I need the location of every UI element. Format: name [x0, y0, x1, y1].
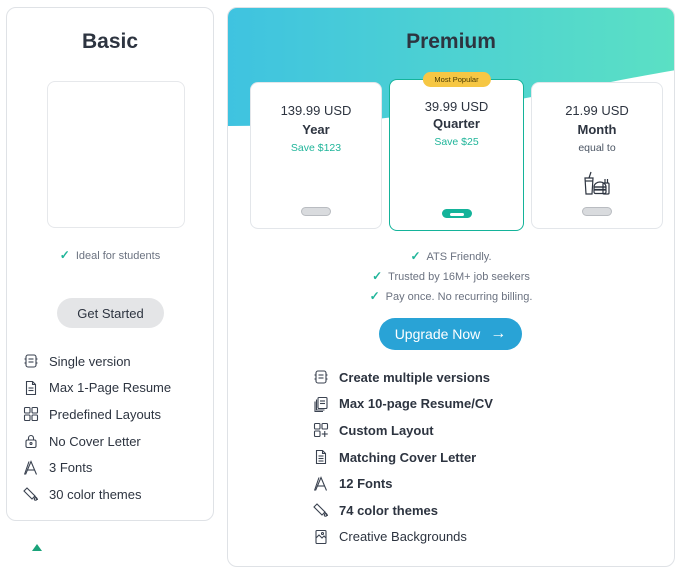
- plan-period: Quarter: [433, 116, 480, 131]
- plan-savings: Save $25: [434, 136, 479, 148]
- plan-period: Year: [302, 122, 330, 137]
- lock-icon: [23, 433, 39, 449]
- plan-price: 39.99 USD: [424, 99, 489, 114]
- premium-feature-item: Custom Layout: [313, 417, 493, 444]
- upgrade-now-button[interactable]: Upgrade Now →: [379, 318, 522, 350]
- checkmark-icon: ✓: [410, 249, 421, 263]
- checkmark-icon: ✓: [369, 289, 380, 303]
- premium-feature-item: Creative Backgrounds: [313, 524, 493, 551]
- perk-item: ✓ ATS Friendly.: [410, 249, 492, 263]
- plan-option-quarter[interactable]: Most Popular 39.99 USD Quarter Save $25: [389, 72, 524, 231]
- checkmark-icon: ✓: [59, 248, 70, 262]
- arrow-right-icon: →: [490, 325, 507, 342]
- basic-feature-item: 3 Fonts: [23, 454, 171, 481]
- plan-radio-toggle[interactable]: [582, 207, 612, 216]
- most-popular-badge: Most Popular: [422, 72, 491, 87]
- plan-radio-toggle[interactable]: [301, 207, 331, 216]
- font-icon: [313, 475, 329, 492]
- palette-icon: [23, 486, 39, 502]
- plan-option-month[interactable]: 21.99 USD Month equal to: [531, 82, 663, 229]
- premium-feature-item: Create multiple versions: [313, 364, 493, 391]
- premium-plan-title: Premium: [406, 30, 496, 53]
- premium-perks: ✓ ATS Friendly. ✓ Trusted by 16M+ job seek…: [228, 246, 674, 306]
- basic-ideal-note: ✓ Ideal for students: [59, 248, 161, 262]
- layout-icon: [23, 406, 39, 422]
- plan-equivalence-note: equal to: [578, 142, 616, 154]
- plan-period: Month: [577, 122, 617, 137]
- basic-plan-title: Basic: [81, 30, 139, 53]
- basic-feature-list: Single version Max 1-Page Resume Predefi…: [23, 348, 171, 508]
- premium-feature-list: Create multiple versions Max 10-page Res…: [313, 364, 493, 550]
- document-icon: [23, 380, 39, 396]
- get-started-button[interactable]: Get Started: [57, 298, 164, 328]
- font-icon: [23, 459, 39, 476]
- palette-icon: [313, 502, 329, 518]
- plan-price: 139.99 USD: [280, 103, 352, 118]
- pages-icon: [313, 396, 329, 412]
- premium-feature-item: Matching Cover Letter: [313, 444, 493, 471]
- premium-feature-item: 12 Fonts: [313, 470, 493, 497]
- basic-feature-item: Single version: [23, 348, 171, 375]
- background-icon: [313, 529, 329, 545]
- decorative-tree-icon: [32, 544, 42, 551]
- perk-item: ✓ Trusted by 16M+ job seekers: [372, 269, 530, 283]
- plan-price: 21.99 USD: [565, 103, 629, 118]
- basic-feature-item: No Cover Letter: [23, 428, 171, 455]
- perk-item: ✓ Pay once. No recurring billing.: [369, 289, 533, 303]
- plan-option-year[interactable]: 139.99 USD Year Save $123: [250, 82, 382, 229]
- basic-feature-item: Max 1-Page Resume: [23, 375, 171, 402]
- multiple-versions-icon: [313, 369, 329, 385]
- basic-plan-card: Basic ✓ Ideal for students Get Started Si…: [6, 7, 214, 521]
- premium-plan-card: Premium 139.99 USD Year Save $123 Most P…: [227, 7, 675, 567]
- custom-layout-icon: [313, 422, 329, 438]
- plan-radio-toggle[interactable]: [441, 209, 472, 218]
- premium-feature-item: 74 color themes: [313, 497, 493, 524]
- single-version-icon: [23, 353, 39, 369]
- basic-feature-item: Predefined Layouts: [23, 401, 171, 428]
- fast-food-icon: [584, 171, 610, 195]
- plan-savings: Save $123: [290, 142, 342, 154]
- checkmark-icon: ✓: [372, 269, 383, 283]
- basic-plan-preview: [47, 81, 185, 228]
- cover-letter-icon: [313, 449, 329, 465]
- basic-feature-item: 30 color themes: [23, 481, 171, 508]
- premium-feature-item: Max 10-page Resume/CV: [313, 391, 493, 418]
